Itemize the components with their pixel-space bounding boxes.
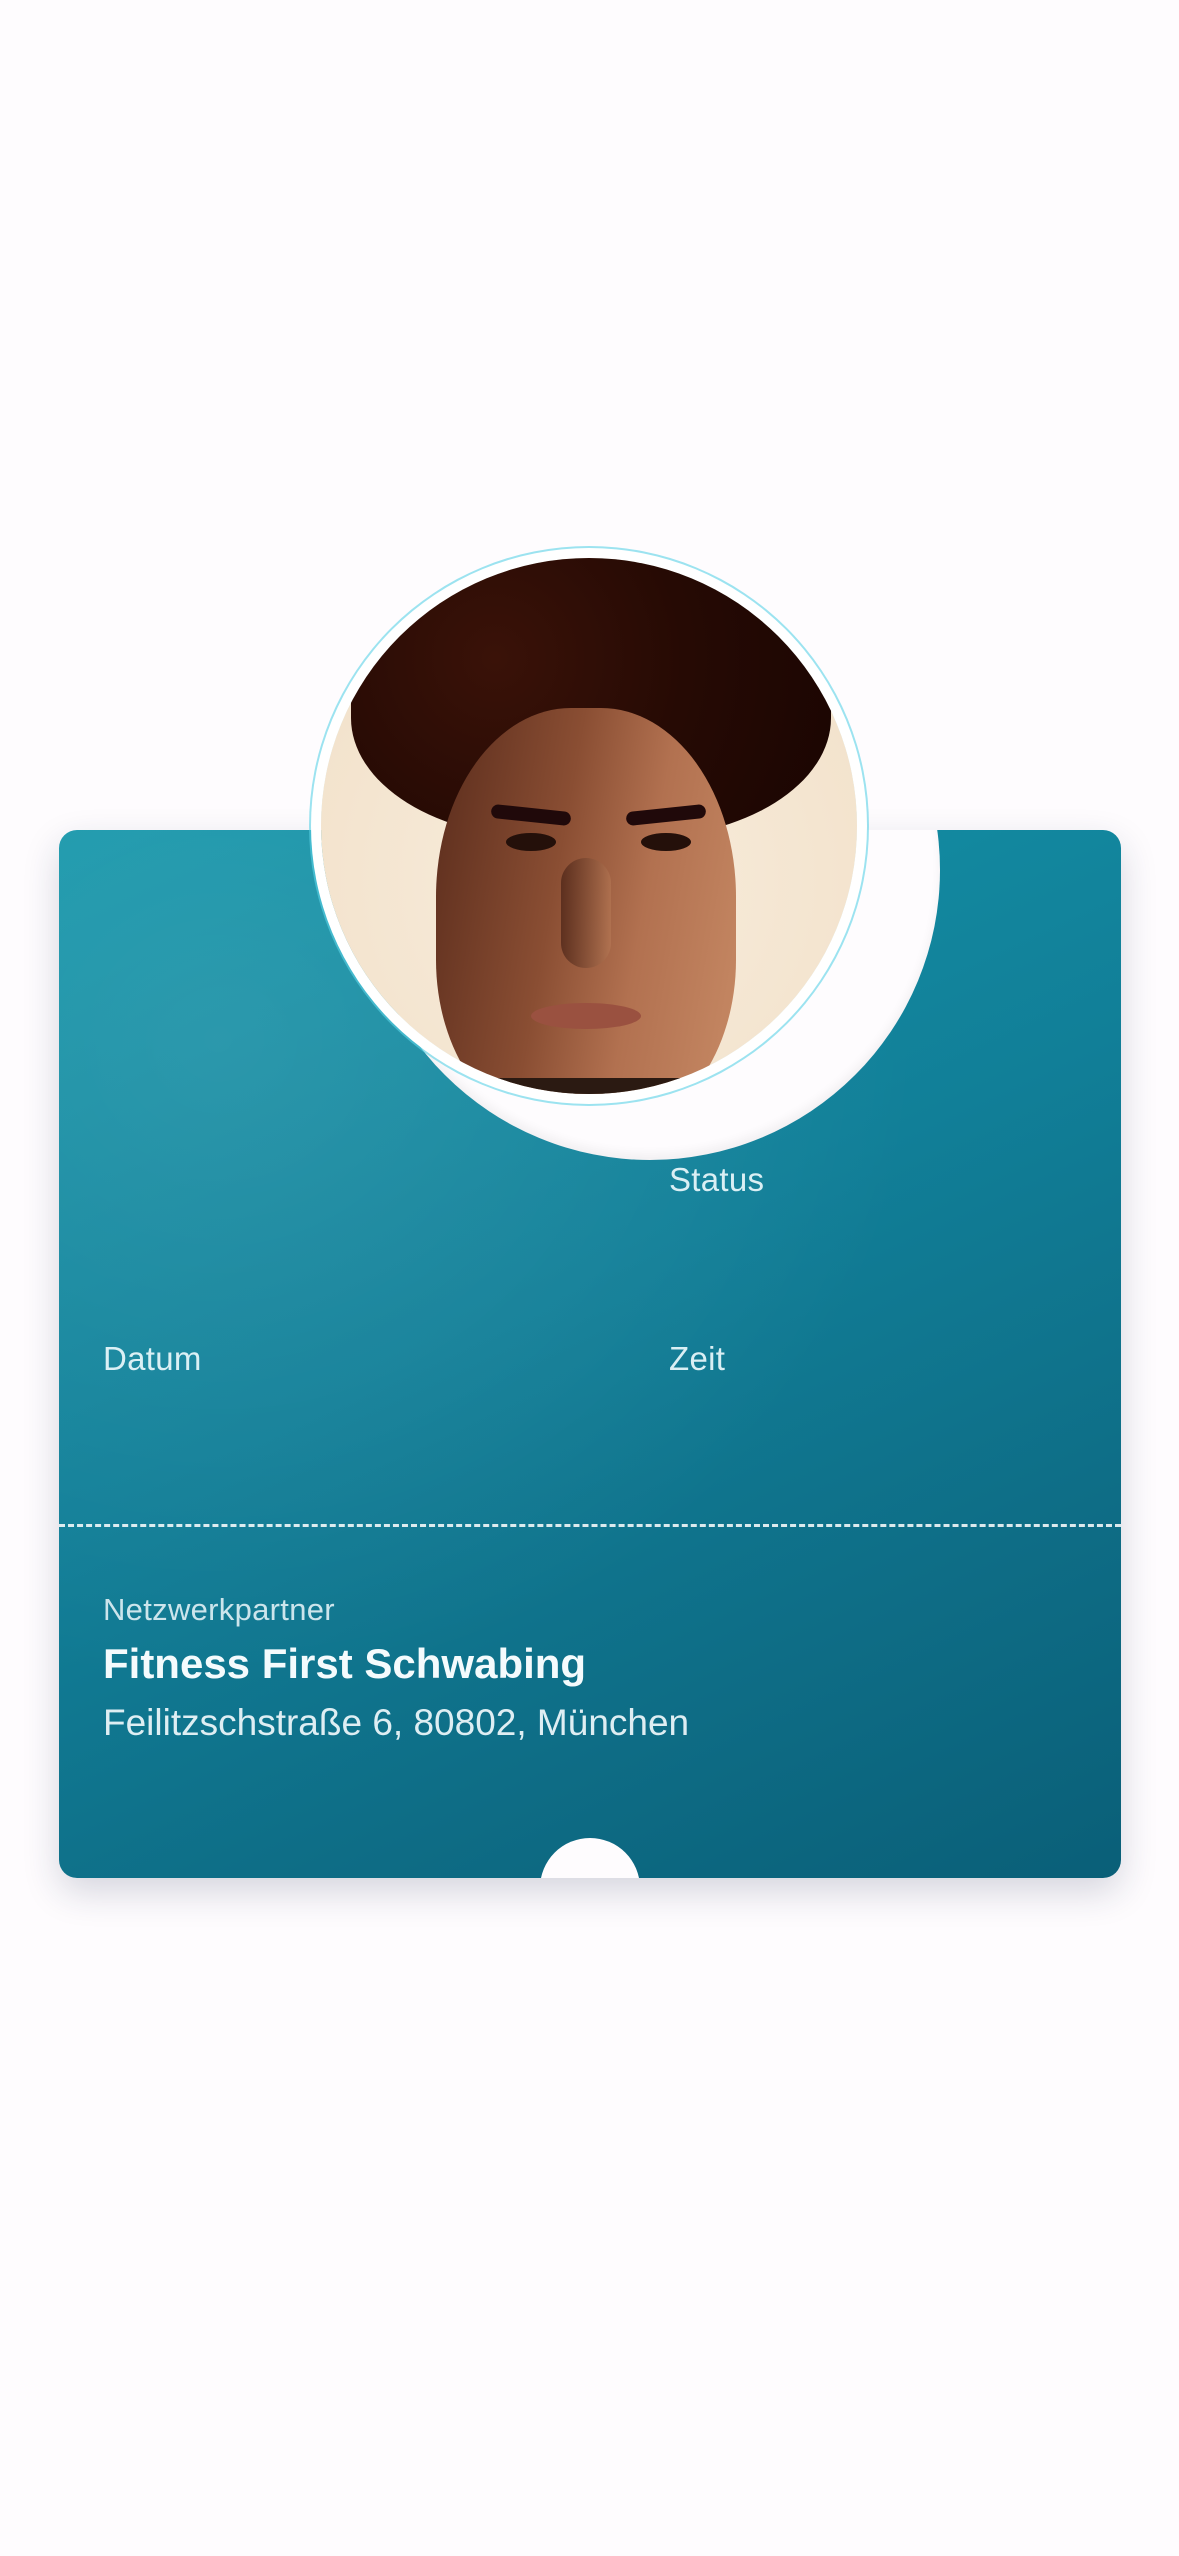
avatar-mouth <box>531 1003 641 1029</box>
datum-label: Datum <box>103 1340 202 1377</box>
status-label: Status <box>669 1161 765 1198</box>
avatar-eye-right <box>641 833 691 851</box>
partner-name: Fitness First Schwabing <box>103 1640 587 1687</box>
user-avatar <box>321 558 857 1094</box>
screen: Status Datum Zeit Netzwerkpartner Fitnes… <box>0 0 1179 2556</box>
avatar-nose <box>561 858 611 968</box>
zeit-label: Zeit <box>669 1340 726 1377</box>
avatar-collar <box>471 1078 731 1094</box>
partner-label: Netzwerkpartner <box>103 1592 335 1627</box>
ticket-divider <box>59 1524 1121 1527</box>
ticket-bottom-notch <box>540 1838 640 1878</box>
avatar-eye-left <box>506 833 556 851</box>
partner-address: Feilitzschstraße 6, 80802, München <box>103 1702 690 1743</box>
